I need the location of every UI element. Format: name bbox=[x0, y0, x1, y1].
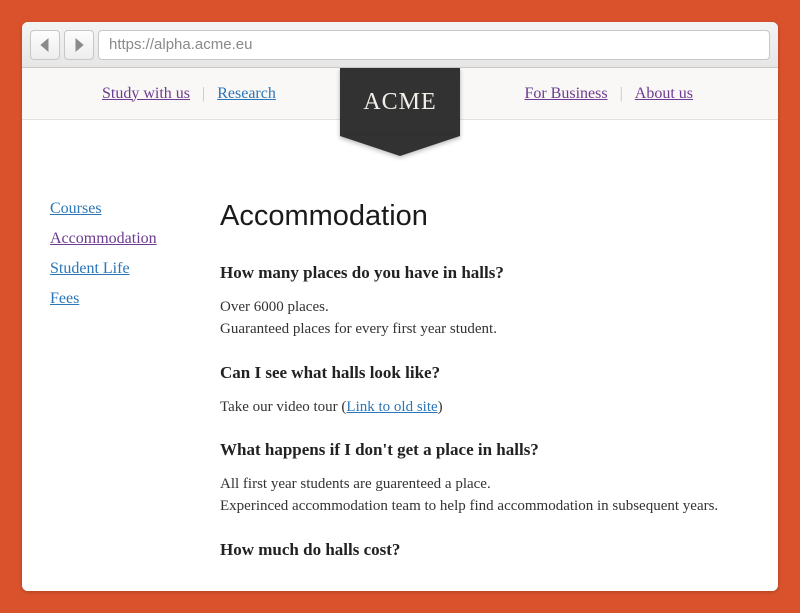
nav-study-with-us[interactable]: Study with us bbox=[102, 85, 190, 103]
nav-about-us[interactable]: About us bbox=[635, 85, 693, 103]
sidebar-item-courses[interactable]: Courses bbox=[50, 200, 210, 218]
page-title: Accommodation bbox=[220, 200, 750, 233]
back-button[interactable] bbox=[30, 30, 60, 60]
nav-research[interactable]: Research bbox=[217, 85, 276, 103]
logo-text: ACME bbox=[340, 68, 460, 136]
faq-question: How many places do you have in halls? bbox=[220, 263, 750, 283]
faq-answer-text: ) bbox=[438, 399, 443, 415]
forward-button[interactable] bbox=[64, 30, 94, 60]
faq-answer: All first year students are guarenteed a… bbox=[220, 474, 750, 518]
sidebar: Courses Accommodation Student Life Fees bbox=[50, 200, 210, 574]
faq-question: What happens if I don't get a place in h… bbox=[220, 440, 750, 460]
content-area: Courses Accommodation Student Life Fees … bbox=[22, 120, 778, 574]
faq-answer: Over 6000 places.Guaranteed places for e… bbox=[220, 297, 750, 341]
nav-separator: | bbox=[620, 85, 623, 103]
nav-separator: | bbox=[202, 85, 205, 103]
logo-banner: ACME bbox=[340, 68, 460, 156]
browser-window: Study with us | Research ACME For Busine… bbox=[22, 22, 778, 591]
url-input[interactable] bbox=[98, 30, 770, 60]
sidebar-item-accommodation[interactable]: Accommodation bbox=[50, 230, 210, 248]
faq-answer-text: Take our video tour ( bbox=[220, 399, 346, 415]
video-tour-link[interactable]: Link to old site bbox=[346, 399, 437, 415]
page-body: Study with us | Research ACME For Busine… bbox=[22, 68, 778, 591]
top-nav-right: For Business | About us bbox=[524, 85, 693, 103]
sidebar-item-student-life[interactable]: Student Life bbox=[50, 260, 210, 278]
nav-for-business[interactable]: For Business bbox=[524, 85, 607, 103]
back-icon bbox=[39, 38, 51, 52]
browser-toolbar bbox=[22, 22, 778, 68]
faq-answer: Take our video tour (Link to old site) bbox=[220, 397, 750, 419]
faq-question: Can I see what halls look like? bbox=[220, 363, 750, 383]
top-nav-left: Study with us | Research bbox=[102, 85, 276, 103]
faq-question: How much do halls cost? bbox=[220, 540, 750, 560]
top-nav: Study with us | Research ACME For Busine… bbox=[22, 68, 778, 120]
main-content: Accommodation How many places do you hav… bbox=[210, 200, 750, 574]
sidebar-item-fees[interactable]: Fees bbox=[50, 290, 210, 308]
forward-icon bbox=[73, 38, 85, 52]
logo-banner-point bbox=[340, 136, 460, 156]
